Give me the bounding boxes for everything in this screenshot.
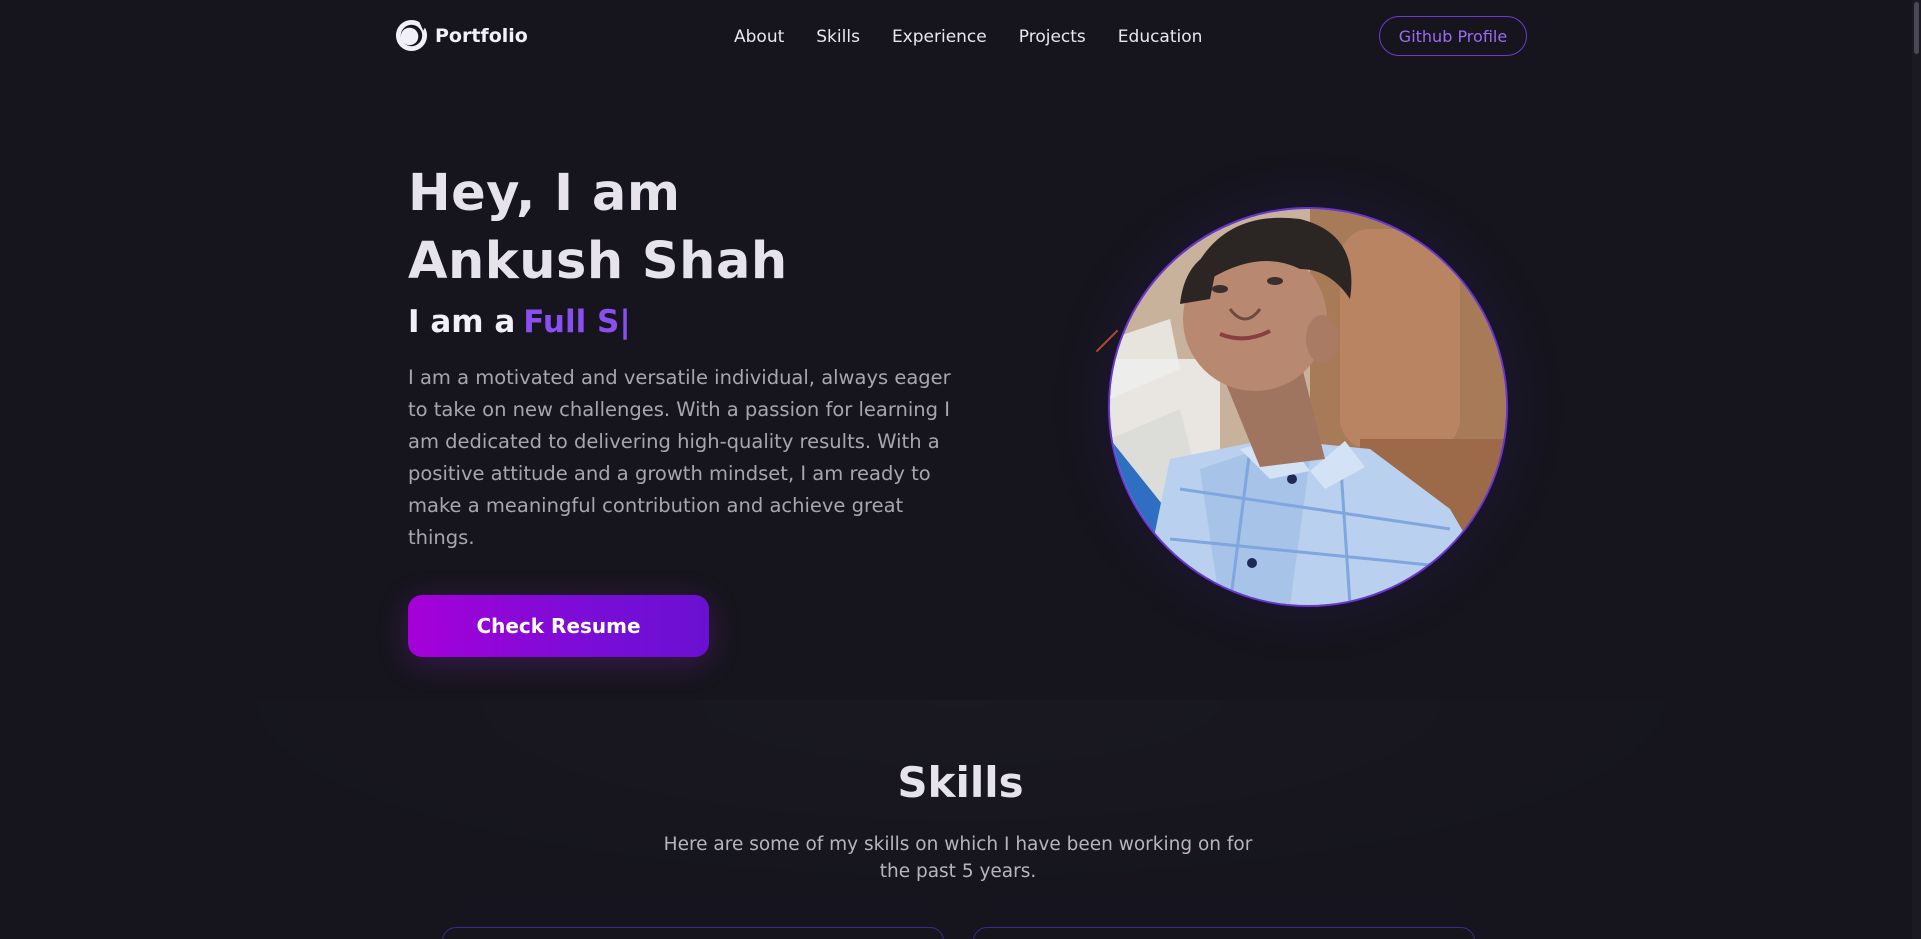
scrollbar-thumb[interactable] bbox=[1914, 2, 1919, 54]
hero-title-line1: Hey, I am bbox=[408, 164, 681, 223]
skills-section-description: Here are some of my skills on which I ha… bbox=[663, 834, 1253, 882]
section-divider-glow bbox=[0, 700, 1921, 939]
role-typed-text: Full S| bbox=[523, 304, 631, 340]
page-scrollbar[interactable] bbox=[1912, 0, 1921, 939]
hero-title: Hey, I am Ankush Shah bbox=[408, 160, 788, 296]
decorative-spark bbox=[1095, 329, 1119, 353]
profile-photo bbox=[1110, 209, 1506, 605]
nav-link-skills[interactable]: Skills bbox=[816, 27, 860, 47]
brand[interactable]: Portfolio bbox=[394, 18, 528, 53]
nav-links: About Skills Experience Projects Educati… bbox=[734, 27, 1202, 47]
role-prefix: I am a bbox=[408, 304, 516, 340]
brand-name: Portfolio bbox=[435, 24, 528, 47]
nav-link-projects[interactable]: Projects bbox=[1019, 27, 1086, 47]
nav-link-education[interactable]: Education bbox=[1118, 27, 1203, 47]
skill-card-frontend bbox=[442, 927, 944, 939]
github-profile-button[interactable]: Github Profile bbox=[1379, 16, 1527, 56]
check-resume-button[interactable]: Check Resume bbox=[408, 595, 709, 657]
page: Portfolio About Skills Experience Projec… bbox=[0, 0, 1921, 939]
hero-title-line2: Ankush Shah bbox=[408, 232, 788, 291]
hero-description: I am a motivated and versatile individua… bbox=[408, 366, 951, 549]
portfolio-logo-icon bbox=[395, 19, 428, 52]
nav-link-experience[interactable]: Experience bbox=[892, 27, 987, 47]
skills-section-title: Skills bbox=[897, 758, 1024, 807]
nav-link-about[interactable]: About bbox=[734, 27, 784, 47]
hero-role: I am a Full S| bbox=[408, 304, 631, 340]
skill-card-backend bbox=[973, 927, 1475, 939]
profile-avatar bbox=[1108, 207, 1508, 607]
navbar: Portfolio About Skills Experience Projec… bbox=[0, 0, 1921, 75]
